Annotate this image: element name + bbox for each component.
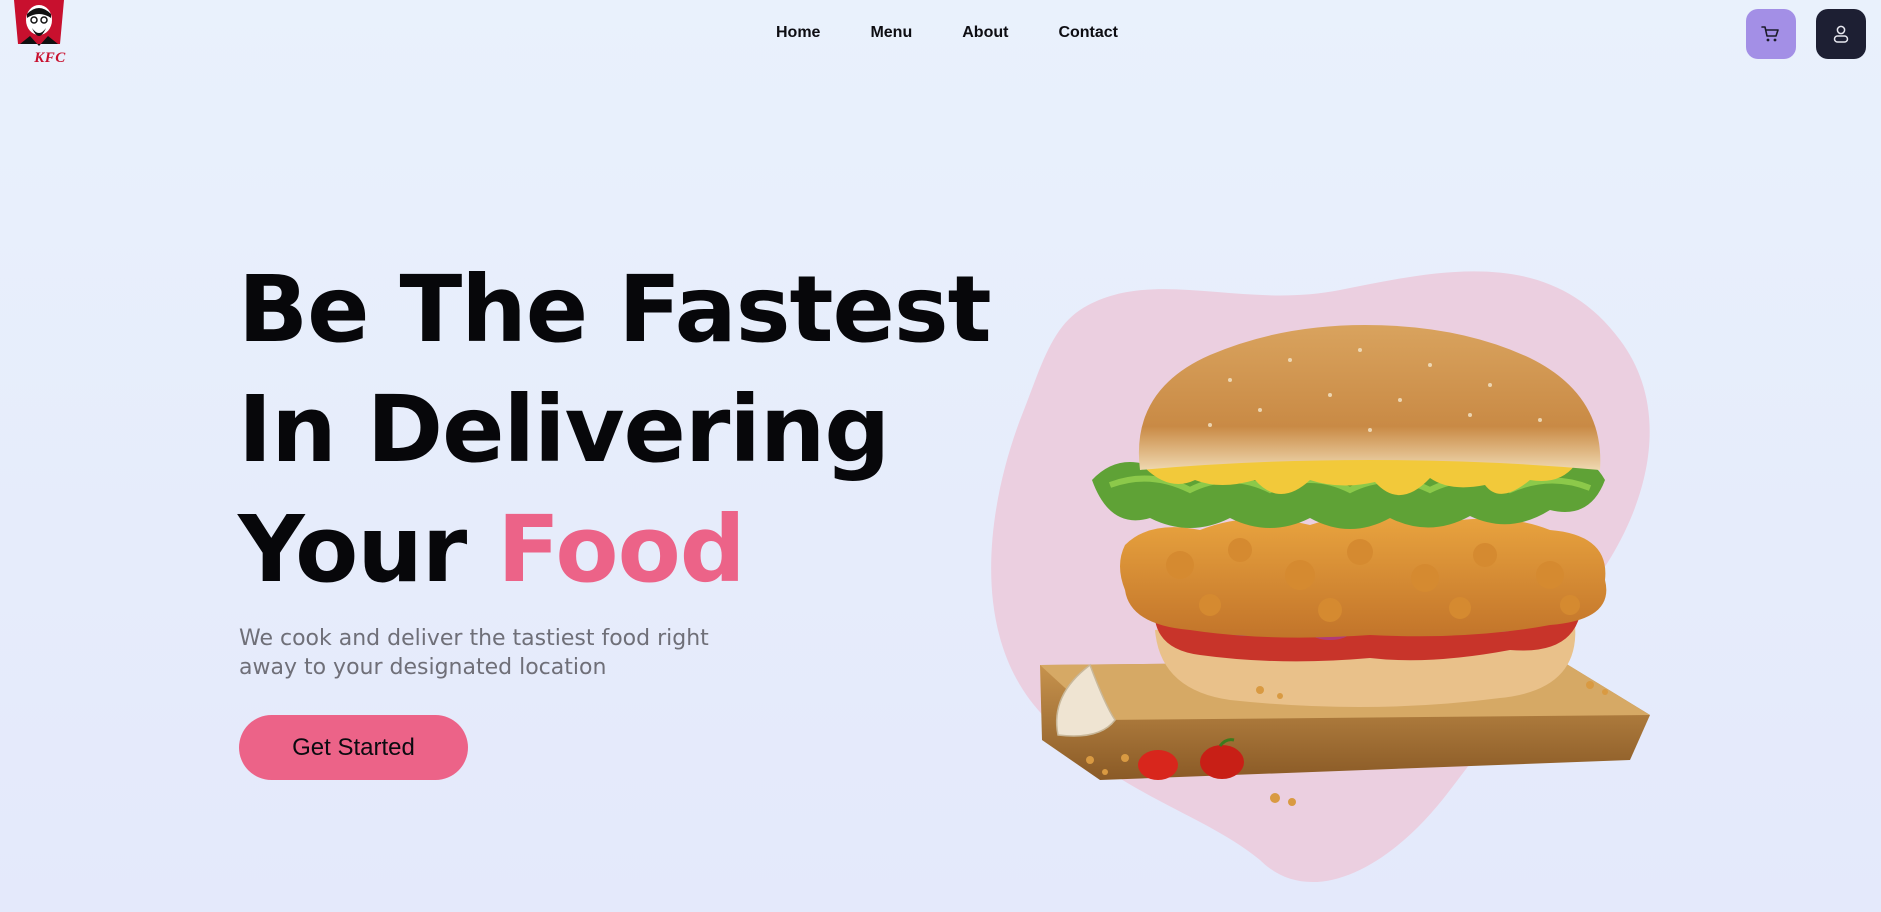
main-nav: Home Menu About Contact [776, 24, 1168, 42]
cart-button[interactable] [1746, 9, 1796, 59]
hero-title-line-3: Your Food [238, 490, 991, 610]
nav-home[interactable]: Home [776, 24, 820, 42]
kfc-logo[interactable]: KFC [10, 0, 68, 72]
nav-contact[interactable]: Contact [1058, 24, 1118, 42]
hero-title-line-2: In Delivering [238, 376, 890, 483]
hero-title-accent: Food [497, 496, 745, 603]
hero-title-prefix: Your [238, 496, 467, 603]
hero-title-line-1: Be The Fastest [238, 256, 992, 363]
hero-subtitle: We cook and deliver the tastiest food ri… [239, 626, 709, 680]
cart-icon [1761, 26, 1779, 42]
user-button[interactable] [1816, 9, 1866, 59]
logo-wordmark: KFC [34, 50, 66, 66]
user-icon [1833, 25, 1849, 43]
hero-title: Be The Fastest In Delivering Your Food [238, 250, 992, 610]
nav-menu[interactable]: Menu [870, 24, 912, 42]
burger-image [1040, 325, 1650, 806]
get-started-button[interactable]: Get Started [239, 715, 468, 780]
nav-about[interactable]: About [962, 24, 1008, 42]
